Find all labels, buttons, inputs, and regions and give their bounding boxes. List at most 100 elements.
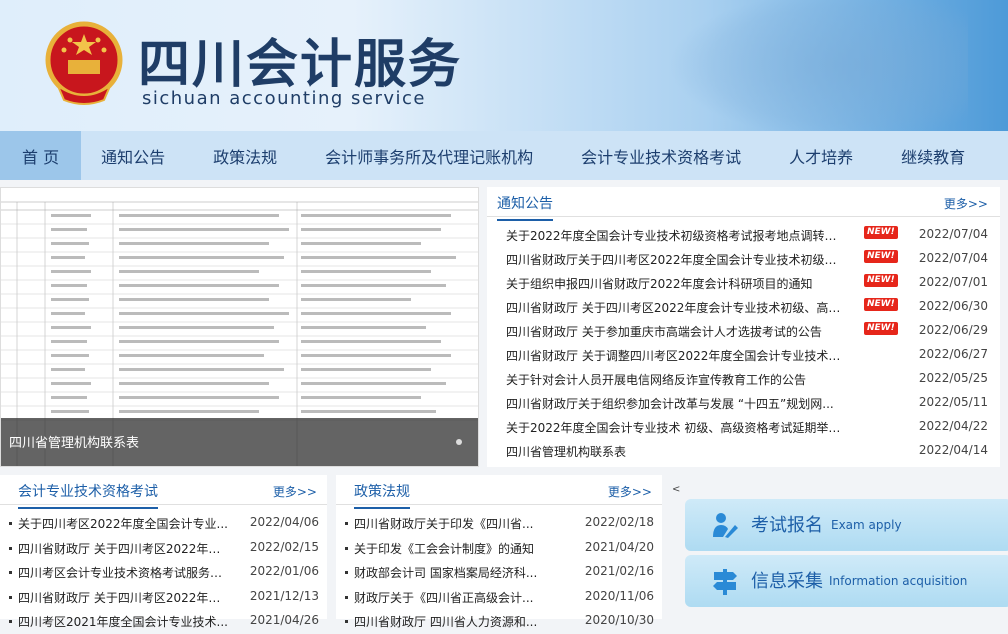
slide-caption-bar: 四川省管理机构联系表: [1, 418, 478, 466]
notice-item-date: 2022/06/30: [918, 299, 988, 313]
bullet: [9, 595, 12, 599]
notice-item-title[interactable]: 四川省财政厅 关于调整四川考区2022年度全国会计专业技术初...: [506, 347, 846, 364]
policy-panel: 政策法规 更多>> 四川省财政厅关于印发《四川省... 2022/02/18 关于…: [336, 475, 662, 629]
notice-item-date: 2022/04/14: [918, 443, 988, 457]
bullet: [345, 620, 348, 623]
list-item-title[interactable]: 四川省财政厅 四川省人力资源和...: [354, 613, 544, 630]
bullet: [345, 571, 348, 574]
exam-more-link[interactable]: 更多>>: [273, 483, 317, 500]
notice-item-date: 2022/05/11: [918, 395, 988, 409]
list-item-title[interactable]: 财政部会计司 国家档案局经济科...: [354, 564, 544, 581]
new-badge: NEW!: [864, 298, 898, 311]
notice-item-date: 2022/07/04: [918, 227, 988, 241]
slide-indicator-dot[interactable]: [456, 439, 462, 445]
notice-item-date: 2022/06/27: [918, 347, 988, 361]
list-item-date: 2022/02/18: [584, 515, 654, 529]
list-item[interactable]: 四川省财政厅 关于四川考区2022年度... 2022/02/15: [0, 536, 327, 561]
notice-item-title[interactable]: 关于组织申报四川省财政厅2022年度会计科研项目的通知: [506, 275, 846, 292]
slide-caption[interactable]: 四川省管理机构联系表: [9, 432, 139, 451]
list-item[interactable]: 关于印发《工会会计制度》的通知 2021/04/20: [336, 536, 662, 561]
notice-item[interactable]: 关于针对会计人员开展电信网络反诈宣传教育工作的公告 2022/05/25: [487, 367, 1000, 391]
notice-item[interactable]: 四川省财政厅 关于四川考区2022年度会计专业技术初级、高级... NEW! 202…: [487, 295, 1000, 319]
policy-list: 四川省财政厅关于印发《四川省... 2022/02/18 关于印发《工会会计制度》…: [336, 511, 662, 634]
nav-item-exam[interactable]: 会计专业技术资格考试: [581, 131, 741, 180]
nav-item-notices[interactable]: 通知公告: [101, 131, 165, 180]
list-item-title[interactable]: 关于四川考区2022年度全国会计专业...: [18, 515, 230, 532]
list-item[interactable]: 四川省财政厅 四川省人力资源和... 2020/10/30: [336, 609, 662, 634]
notice-panel: 通知公告 更多>> 关于2022年度全国会计专业技术初级资格考试报考地点调转及.…: [487, 187, 1000, 467]
notice-item-title[interactable]: 关于针对会计人员开展电信网络反诈宣传教育工作的公告: [506, 371, 846, 388]
list-item-title[interactable]: 四川考区会计专业技术资格考试服务事...: [18, 564, 230, 581]
list-item-title[interactable]: 四川省财政厅 关于四川考区2022年度...: [18, 589, 230, 606]
notice-more-link[interactable]: 更多>>: [944, 195, 988, 212]
nav-item-policy[interactable]: 政策法规: [213, 131, 277, 180]
bullet: [9, 571, 12, 574]
nav-item-firms[interactable]: 会计师事务所及代理记账机构: [325, 131, 533, 180]
notice-item[interactable]: 关于2022年度全国会计专业技术初级资格考试报考地点调转及... NEW! 2022…: [487, 223, 1000, 247]
notice-item[interactable]: 关于2022年度全国会计专业技术 初级、高级资格考试延期举行... 2022/04…: [487, 415, 1000, 439]
bullet: [345, 546, 348, 550]
notice-item-title[interactable]: 四川省财政厅关于组织参加会计改革与发展 “十四五”规划网...: [506, 395, 846, 412]
notice-item-title[interactable]: 四川省管理机构联系表: [506, 443, 846, 460]
exam-panel-header: 会计专业技术资格考试 更多>>: [0, 475, 327, 509]
person-register-icon: [713, 513, 738, 538]
exam-apply-label-en: Exam apply: [831, 518, 902, 532]
exam-panel-title[interactable]: 会计专业技术资格考试: [18, 481, 158, 509]
bullet: [9, 546, 12, 550]
exam-list: 关于四川考区2022年度全国会计专业... 2022/04/06 四川省财政厅 关…: [0, 511, 327, 634]
notice-item[interactable]: 四川省管理机构联系表 2022/04/14: [487, 439, 1000, 463]
list-item-date: 2021/02/16: [584, 564, 654, 578]
notice-list: 关于2022年度全国会计专业技术初级资格考试报考地点调转及... NEW! 2022…: [487, 223, 1000, 463]
site-subtitle: sichuan accounting service: [142, 88, 426, 109]
list-item[interactable]: 财政厅关于《四川省正高级会计... 2020/11/06: [336, 585, 662, 610]
info-acquisition-label-en: Information acquisition: [829, 574, 968, 588]
notice-item[interactable]: 四川省财政厅 关于调整四川考区2022年度全国会计专业技术初... 2022/06…: [487, 343, 1000, 367]
exam-apply-button[interactable]: 考试报名 Exam apply: [685, 499, 1008, 551]
list-item[interactable]: 关于四川考区2022年度全国会计专业... 2022/04/06: [0, 511, 327, 536]
notice-item-date: 2022/07/04: [918, 251, 988, 265]
list-item[interactable]: 四川考区会计专业技术资格考试服务事... 2022/01/06: [0, 560, 327, 585]
notice-item-date: 2022/04/22: [918, 419, 988, 433]
policy-panel-header: 政策法规 更多>>: [336, 475, 662, 509]
list-item[interactable]: 四川省财政厅 关于四川考区2022年度... 2021/12/13: [0, 585, 327, 610]
notice-item-date: 2022/07/01: [918, 275, 988, 289]
notice-item-title[interactable]: 四川省财政厅 关于参加重庆市高端会计人才选拔考试的公告: [506, 323, 846, 340]
list-item-title[interactable]: 关于印发《工会会计制度》的通知: [354, 540, 544, 557]
list-item[interactable]: 四川考区2021年度全国会计专业技术... 2021/04/26: [0, 609, 327, 634]
policy-panel-title[interactable]: 政策法规: [354, 481, 410, 509]
notice-item-title[interactable]: 关于2022年度全国会计专业技术 初级、高级资格考试延期举行...: [506, 419, 846, 436]
main-nav: 首 页 通知公告 政策法规 会计师事务所及代理记账机构 会计专业技术资格考试 人…: [0, 131, 1008, 180]
list-item-date: 2022/02/15: [249, 539, 319, 554]
notice-item[interactable]: 四川省财政厅关于四川考区2022年度全国会计专业技术初级资... NEW! 2022…: [487, 247, 1000, 271]
scroll-arrow-icon[interactable]: <: [672, 484, 680, 495]
notice-panel-header: 通知公告 更多>>: [487, 187, 1000, 221]
notice-item[interactable]: 四川省财政厅关于组织参加会计改革与发展 “十四五”规划网... 2022/05/1…: [487, 391, 1000, 415]
national-emblem-icon: [45, 21, 123, 105]
site-title: 四川会计服务: [138, 35, 463, 95]
list-item-date: 2021/04/20: [584, 539, 654, 554]
nav-item-talent[interactable]: 人才培养: [789, 131, 853, 180]
nav-item-education[interactable]: 继续教育: [901, 131, 965, 180]
notice-item[interactable]: 四川省财政厅 关于参加重庆市高端会计人才选拔考试的公告 NEW! 2022/06/2…: [487, 319, 1000, 343]
bullet: [345, 522, 348, 525]
nav-item-home[interactable]: 首 页: [0, 131, 82, 180]
list-item-title[interactable]: 四川省财政厅 关于四川考区2022年度...: [18, 540, 230, 557]
notice-item-title[interactable]: 关于2022年度全国会计专业技术初级资格考试报考地点调转及...: [506, 227, 846, 244]
list-item-title[interactable]: 财政厅关于《四川省正高级会计...: [354, 589, 544, 606]
info-acquisition-button[interactable]: 信息采集 Information acquisition: [685, 555, 1008, 607]
exam-apply-label: 考试报名: [751, 515, 823, 536]
list-item-title[interactable]: 四川省财政厅关于印发《四川省...: [354, 515, 544, 532]
notice-item-title[interactable]: 四川省财政厅 关于四川考区2022年度会计专业技术初级、高级...: [506, 299, 846, 316]
policy-more-link[interactable]: 更多>>: [608, 483, 652, 500]
notice-panel-title[interactable]: 通知公告: [497, 193, 553, 221]
list-item-title[interactable]: 四川考区2021年度全国会计专业技术...: [18, 613, 230, 630]
new-badge: NEW!: [864, 274, 898, 287]
new-badge: NEW!: [864, 250, 898, 263]
news-slideshow[interactable]: 四川省管理机构联系表: [0, 187, 479, 467]
notice-item-date: 2022/05/25: [918, 371, 988, 385]
list-item-date: 2022/01/06: [249, 564, 319, 578]
list-item[interactable]: 四川省财政厅关于印发《四川省... 2022/02/18: [336, 511, 662, 536]
list-item[interactable]: 财政部会计司 国家档案局经济科... 2021/02/16: [336, 560, 662, 585]
notice-item-title[interactable]: 四川省财政厅关于四川考区2022年度全国会计专业技术初级资...: [506, 251, 846, 268]
notice-item[interactable]: 关于组织申报四川省财政厅2022年度会计科研项目的通知 NEW! 2022/07/0…: [487, 271, 1000, 295]
